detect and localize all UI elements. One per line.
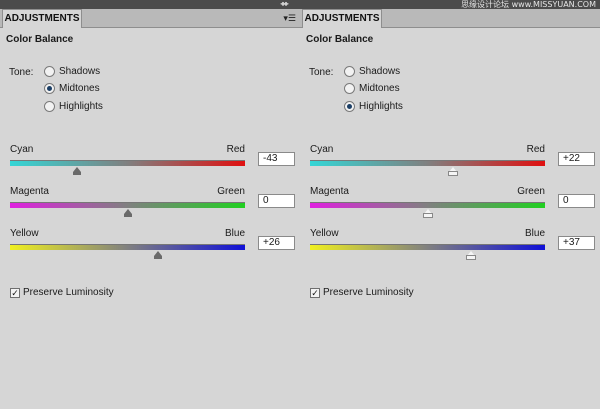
- radio-label-highlights: Highlights: [59, 100, 103, 112]
- adjustments-panel-left: ◂◂ ADJUSTMENTS ▾☰ Color Balance Tone: Sh…: [0, 0, 300, 409]
- slider-label-green: Green: [217, 186, 245, 197]
- slider-handle-yellow-blue[interactable]: [154, 251, 163, 259]
- slider-track-magenta-green[interactable]: [310, 202, 545, 208]
- tone-radio-highlights[interactable]: Highlights: [44, 99, 103, 113]
- preserve-luminosity-label: Preserve Luminosity: [323, 287, 414, 298]
- radio-label-highlights: Highlights: [359, 100, 403, 112]
- adjustments-panel-right: ▸▸ 思缘设计论坛 www.MISSYUAN.COM ADJUSTMENTS C…: [282, 0, 600, 409]
- slider-label-red: Red: [226, 144, 245, 155]
- checkmark-icon[interactable]: ✓: [310, 287, 320, 298]
- slider-handle-cyan-red[interactable]: [448, 167, 459, 176]
- radio-label-midtones: Midtones: [359, 82, 400, 94]
- slider-label-cyan: Cyan: [310, 144, 334, 155]
- radio-midtones[interactable]: [44, 82, 55, 94]
- panel-menu-icon[interactable]: ▾☰: [283, 13, 296, 24]
- slider-track-yellow-blue[interactable]: [310, 244, 545, 250]
- radio-highlights[interactable]: [344, 100, 355, 112]
- preserve-luminosity-checkbox[interactable]: ✓ Preserve Luminosity: [10, 287, 114, 298]
- radio-shadows[interactable]: [44, 65, 55, 77]
- slider-handle-magenta-green[interactable]: [123, 209, 132, 217]
- checkmark-icon[interactable]: ✓: [10, 287, 20, 298]
- panel-title: Color Balance: [6, 34, 74, 45]
- tone-radio-shadows[interactable]: Shadows: [344, 64, 400, 78]
- slider-track-yellow-blue[interactable]: [10, 244, 245, 250]
- slider-label-yellow: Yellow: [10, 228, 39, 239]
- radio-label-shadows: Shadows: [359, 65, 401, 77]
- slider-track-cyan-red[interactable]: [310, 160, 545, 166]
- value-field-magenta-green[interactable]: 0: [258, 194, 295, 208]
- radio-highlights[interactable]: [44, 100, 55, 112]
- slider-label-magenta: Magenta: [10, 186, 49, 197]
- preserve-luminosity-checkbox[interactable]: ✓ Preserve Luminosity: [310, 287, 414, 298]
- value-field-magenta-green[interactable]: 0: [558, 194, 595, 208]
- slider-label-cyan: Cyan: [10, 144, 34, 155]
- value-field-cyan-red[interactable]: +22: [558, 152, 595, 166]
- tone-label: Tone:: [309, 67, 334, 78]
- slider-handle-cyan-red[interactable]: [72, 167, 81, 175]
- tone-label: Tone:: [9, 67, 34, 78]
- slider-label-yellow: Yellow: [310, 228, 339, 239]
- slider-label-blue: Blue: [524, 228, 545, 239]
- slider-handle-magenta-green[interactable]: [422, 209, 433, 218]
- tone-radio-highlights[interactable]: Highlights: [344, 99, 403, 113]
- slider-label-green: Green: [517, 186, 545, 197]
- slider-track-cyan-red[interactable]: [10, 160, 245, 166]
- tab-adjustments[interactable]: ADJUSTMENTS: [2, 9, 82, 28]
- panel-title-bar: ▸▸ 思缘设计论坛 www.MISSYUAN.COM: [282, 0, 600, 9]
- tone-radio-shadows[interactable]: Shadows: [44, 64, 100, 78]
- slider-label-red: Red: [526, 144, 545, 155]
- slider-track-magenta-green[interactable]: [10, 202, 245, 208]
- value-field-yellow-blue[interactable]: +37: [558, 236, 595, 250]
- radio-shadows[interactable]: [344, 65, 355, 77]
- tab-adjustments[interactable]: ADJUSTMENTS: [302, 9, 382, 28]
- slider-label-blue: Blue: [224, 228, 245, 239]
- tab-bar: ADJUSTMENTS ▾☰: [0, 9, 300, 28]
- radio-label-shadows: Shadows: [59, 65, 101, 77]
- preserve-luminosity-label: Preserve Luminosity: [23, 287, 114, 298]
- tone-radio-midtones[interactable]: Midtones: [344, 81, 400, 95]
- collapse-arrows-icon[interactable]: ▸▸: [282, 0, 289, 8]
- value-field-yellow-blue[interactable]: +26: [258, 236, 295, 250]
- tab-bar: ADJUSTMENTS: [300, 9, 600, 28]
- radio-label-midtones: Midtones: [59, 82, 100, 94]
- tone-radio-midtones[interactable]: Midtones: [44, 81, 100, 95]
- panel-title-bar: ◂◂: [0, 0, 300, 9]
- radio-midtones[interactable]: [344, 82, 355, 94]
- panel-title: Color Balance: [306, 34, 374, 45]
- slider-label-magenta: Magenta: [310, 186, 349, 197]
- watermark-text: 思缘设计论坛 www.MISSYUAN.COM: [461, 0, 596, 9]
- slider-handle-yellow-blue[interactable]: [465, 251, 476, 260]
- value-field-cyan-red[interactable]: -43: [258, 152, 295, 166]
